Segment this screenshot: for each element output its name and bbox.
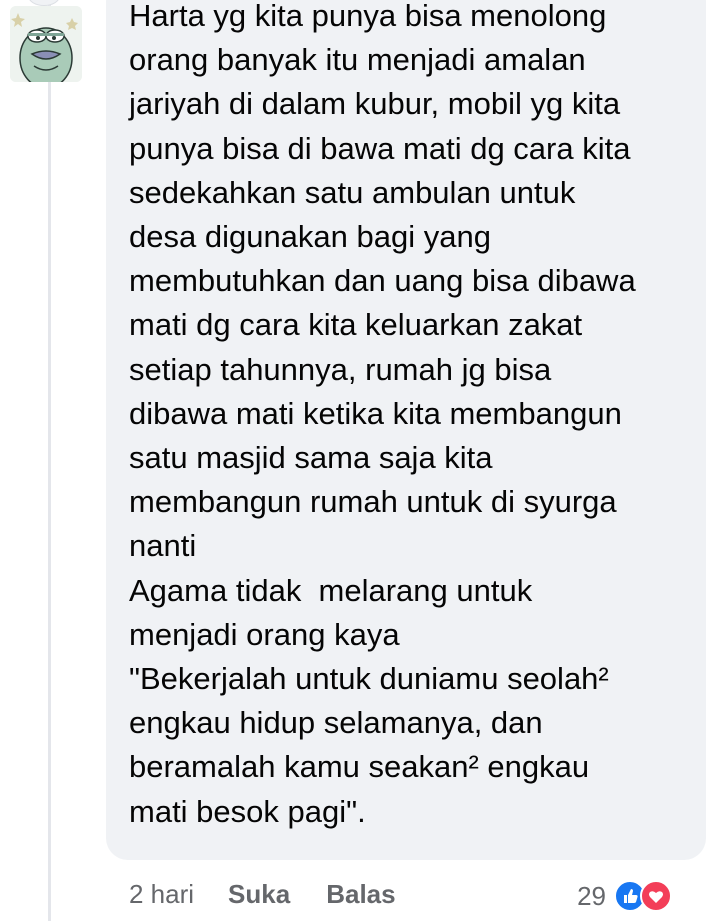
thread-line (48, 0, 51, 921)
love-icon (640, 880, 672, 912)
avatar[interactable] (10, 6, 82, 82)
reaction-summary[interactable]: 29 (577, 878, 672, 914)
comment-text: Harta yg kita punya bisa menolong orang … (129, 0, 636, 829)
cartoon-avatar-icon (10, 6, 82, 82)
like-button[interactable]: Suka (228, 879, 290, 910)
comment-time[interactable]: 2 hari (129, 879, 194, 910)
comment-actions: 2 hari Suka Balas (129, 876, 432, 912)
reply-button[interactable]: Balas (326, 879, 395, 910)
reaction-count: 29 (577, 880, 606, 911)
